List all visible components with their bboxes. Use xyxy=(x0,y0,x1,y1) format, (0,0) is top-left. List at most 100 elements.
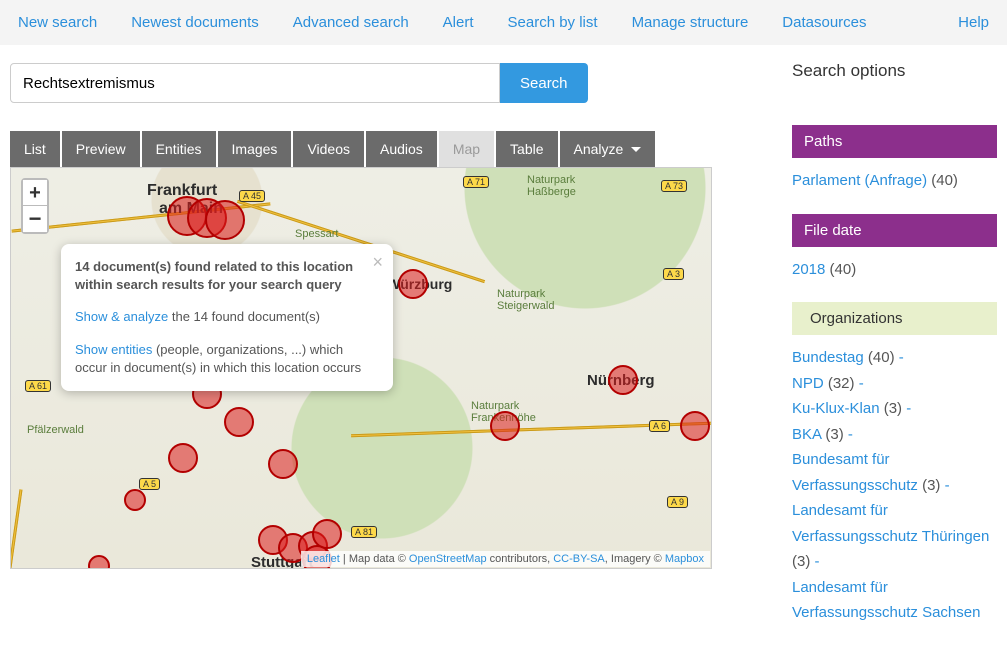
map-marker[interactable] xyxy=(312,519,342,549)
facet-link-parlament[interactable]: Parlament (Anfrage) xyxy=(792,172,927,189)
facet-count: (40) xyxy=(927,172,958,189)
attribution-osm-link[interactable]: OpenStreetMap xyxy=(409,553,487,565)
facet-item: Bundesamt für Verfassungsschutz (3) - xyxy=(792,447,997,498)
popup-lead: 14 document(s) found related to this loc… xyxy=(75,259,353,292)
zoom-in-button[interactable]: + xyxy=(23,180,47,206)
facet-exclude-link[interactable]: - xyxy=(815,553,820,570)
popup-show-analyze-link[interactable]: Show & analyze xyxy=(75,309,168,324)
facet-item: Landesamt für Verfassungsschutz Sachsen xyxy=(792,575,997,626)
nav-help[interactable]: Help xyxy=(958,14,989,31)
map-marker[interactable] xyxy=(168,443,198,473)
facet-item: Parlament (Anfrage) (40) xyxy=(792,168,997,194)
view-tabs: List Preview Entities Images Videos Audi… xyxy=(10,131,712,167)
facet-count: (40) xyxy=(825,261,856,278)
facet-exclude-link[interactable]: - xyxy=(848,426,853,443)
facet-count: (3) xyxy=(821,426,848,443)
tab-entities[interactable]: Entities xyxy=(142,131,216,167)
tab-analyze-label: Analyze xyxy=(574,141,624,157)
zoom-out-button[interactable]: − xyxy=(23,206,47,232)
road-shield: A 45 xyxy=(239,190,265,202)
map-marker[interactable] xyxy=(224,407,254,437)
road-shield: A 73 xyxy=(661,180,687,192)
facet-exclude-link[interactable]: - xyxy=(859,375,864,392)
popup-show-entities-link[interactable]: Show entities xyxy=(75,342,152,357)
facet-link-org[interactable]: Bundesamt für Verfassungsschutz xyxy=(792,451,918,494)
facet-exclude-link[interactable]: - xyxy=(906,400,911,417)
close-icon[interactable]: × xyxy=(372,250,383,275)
map-marker[interactable] xyxy=(398,269,428,299)
map-label-park: Naturpark Haßberge xyxy=(527,174,576,198)
road-shield: A 71 xyxy=(463,176,489,188)
attribution-cc-link[interactable]: CC-BY-SA xyxy=(553,553,605,565)
facet-item: Ku-Klux-Klan (3) - xyxy=(792,396,997,422)
road-shield: A 81 xyxy=(351,526,377,538)
facet-count: (32) xyxy=(824,375,859,392)
map-label-park: Spessart xyxy=(295,228,338,240)
tab-audios[interactable]: Audios xyxy=(366,131,437,167)
popup-row: Show & analyze the 14 found document(s) xyxy=(75,308,365,326)
facet-item: NPD (32) - xyxy=(792,371,997,397)
map-attribution: Leaflet | Map data © OpenStreetMap contr… xyxy=(301,551,710,567)
nav-alert[interactable]: Alert xyxy=(443,14,474,31)
facet-list-paths: Parlament (Anfrage) (40) xyxy=(792,168,997,194)
search-button[interactable]: Search xyxy=(500,63,588,103)
attribution-text: | Map data © xyxy=(340,553,409,565)
nav-manage-structure[interactable]: Manage structure xyxy=(632,14,749,31)
nav-search-by-list[interactable]: Search by list xyxy=(508,14,598,31)
map-label-park: Naturpark Steigerwald xyxy=(497,288,554,312)
facet-list-organizations: Bundestag (40) - NPD (32) - Ku-Klux-Klan… xyxy=(792,345,997,626)
map-marker[interactable] xyxy=(608,365,638,395)
facet-exclude-link[interactable]: - xyxy=(899,349,904,366)
facet-link-org[interactable]: Landesamt für Verfassungsschutz Sachsen xyxy=(792,579,980,622)
search-input[interactable] xyxy=(10,63,500,103)
facet-link-2018[interactable]: 2018 xyxy=(792,261,825,278)
facet-link-org[interactable]: NPD xyxy=(792,375,824,392)
nav-advanced-search[interactable]: Advanced search xyxy=(293,14,409,31)
map-marker[interactable] xyxy=(490,411,520,441)
tab-list[interactable]: List xyxy=(10,131,60,167)
facet-item: Landesamt für Verfassungsschutz Thüringe… xyxy=(792,498,997,575)
facet-exclude-link[interactable]: - xyxy=(945,477,950,494)
map-marker[interactable] xyxy=(205,200,245,240)
facet-link-org[interactable]: Landesamt für Verfassungsschutz Thüringe… xyxy=(792,502,989,545)
search-options-heading: Search options xyxy=(792,61,997,81)
facet-heading-organizations: Organizations xyxy=(792,302,997,335)
attribution-leaflet-link[interactable]: Leaflet xyxy=(307,553,340,565)
road-shield: A 9 xyxy=(667,496,688,508)
facet-count: (3) xyxy=(918,477,945,494)
facet-heading-filedate: File date xyxy=(792,214,997,247)
facet-link-org[interactable]: Ku-Klux-Klan xyxy=(792,400,880,417)
facet-item: 2018 (40) xyxy=(792,257,997,283)
tab-map[interactable]: Map xyxy=(439,131,494,167)
search-bar: Search xyxy=(10,63,712,103)
map-marker[interactable] xyxy=(680,411,710,441)
facet-count: (3) xyxy=(792,553,815,570)
facet-link-org[interactable]: Bundestag xyxy=(792,349,864,366)
facet-link-org[interactable]: BKA xyxy=(792,426,821,443)
facet-list-filedate: 2018 (40) xyxy=(792,257,997,283)
map-zoom-control: + − xyxy=(21,178,49,234)
map-popup: × 14 document(s) found related to this l… xyxy=(61,244,393,391)
road-shield: A 5 xyxy=(139,478,160,490)
map-label-park: Pfälzerwald xyxy=(27,424,84,436)
tab-table[interactable]: Table xyxy=(496,131,557,167)
tab-analyze[interactable]: Analyze xyxy=(560,131,656,167)
map-marker[interactable] xyxy=(124,489,146,511)
popup-row: Show entities (people, organizations, ..… xyxy=(75,341,365,377)
nav-datasources[interactable]: Datasources xyxy=(782,14,866,31)
map-marker[interactable] xyxy=(268,449,298,479)
tab-preview[interactable]: Preview xyxy=(62,131,140,167)
attribution-mapbox-link[interactable]: Mapbox xyxy=(665,553,704,565)
nav-new-search[interactable]: New search xyxy=(18,14,97,31)
attribution-text: , Imagery © xyxy=(605,553,665,565)
map-view[interactable]: Frankfurt am Main Würzburg Nürnberg Stut… xyxy=(10,167,712,569)
attribution-text: contributors, xyxy=(487,553,554,565)
nav-newest-documents[interactable]: Newest documents xyxy=(131,14,259,31)
tab-videos[interactable]: Videos xyxy=(293,131,364,167)
tab-images[interactable]: Images xyxy=(218,131,292,167)
chevron-down-icon xyxy=(631,147,641,152)
facet-item: Bundestag (40) - xyxy=(792,345,997,371)
popup-text: the 14 found document(s) xyxy=(168,309,320,324)
road-shield: A 6 xyxy=(649,420,670,432)
facet-count: (3) xyxy=(880,400,907,417)
